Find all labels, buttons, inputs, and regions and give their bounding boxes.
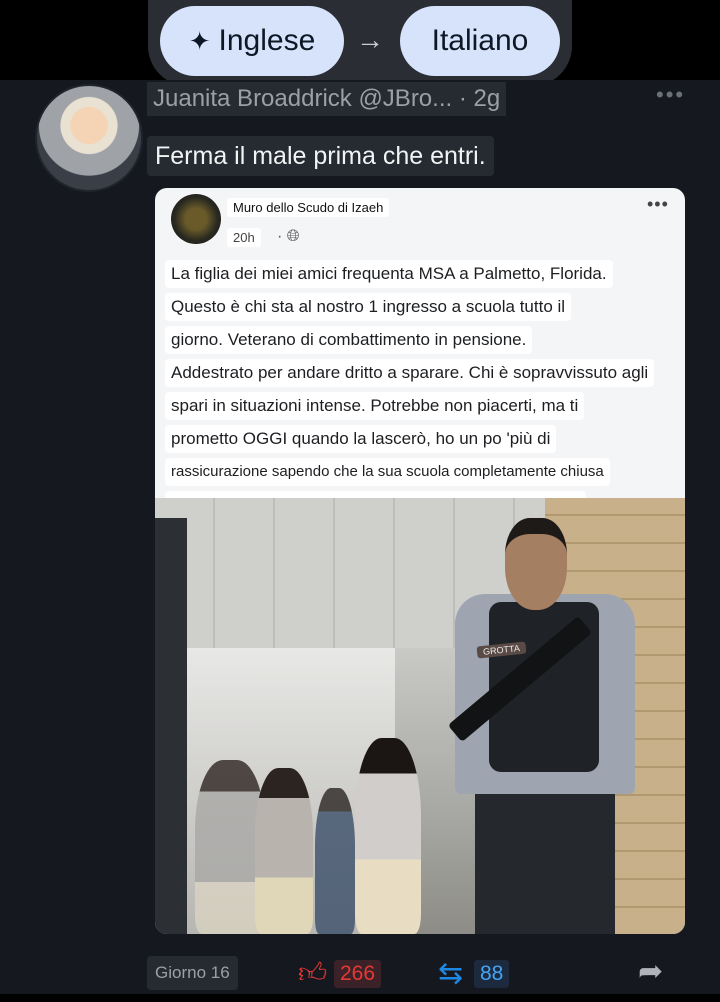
repost-icon[interactable]: ⇆ <box>438 956 463 991</box>
target-language-button[interactable]: Italiano <box>400 6 560 76</box>
embed-photo[interactable]: GROTTA <box>155 498 685 934</box>
date-badge: Giorno 16 <box>147 956 238 990</box>
source-language-label: Inglese <box>218 24 316 57</box>
embed-text-line: Questo è chi sta al nostro 1 ingresso a … <box>165 293 572 321</box>
like-icon[interactable]: 👍︎ <box>298 956 327 990</box>
officer-head <box>505 518 567 610</box>
embed-text-line: Addestrato per andare dritto a sparare. … <box>165 359 655 387</box>
embed-more-icon[interactable]: ••• <box>647 194 669 215</box>
more-options-icon[interactable]: ••• <box>656 82 685 108</box>
arrow-right-icon: → <box>356 24 384 55</box>
embedded-post[interactable]: Muro dello Scudo di Izaeh 20h · 🌐︎ ••• L… <box>155 188 685 934</box>
embed-text-line: rassicurazione sapendo che la sua scuola… <box>165 458 610 486</box>
share-icon[interactable]: ➦ <box>638 954 663 989</box>
repost-count: 88 <box>474 960 510 988</box>
photo-officer: GROTTA <box>447 518 635 934</box>
embed-text-line: giorno. Veterano di combattimento in pen… <box>165 326 533 354</box>
target-language-label: Italiano <box>431 24 529 57</box>
source-language-button[interactable]: ✦ Inglese <box>160 6 344 76</box>
photo-student <box>255 768 313 934</box>
photo-door <box>155 518 187 934</box>
sparkle-icon: ✦ <box>188 25 211 56</box>
officer-trousers <box>475 794 615 934</box>
embed-text-line: prometto OGGI quando la lascerò, ho un p… <box>165 425 557 453</box>
embed-text: La figlia dei miei amici frequenta MSA a… <box>165 260 675 524</box>
like-count: 266 <box>334 960 382 988</box>
avatar[interactable] <box>35 84 143 192</box>
embed-text-line: spari in situazioni intense. Potrebbe no… <box>165 392 585 420</box>
post-author[interactable]: Juanita Broaddrick @JBro... · 2g <box>147 82 507 116</box>
photo-student <box>315 788 355 934</box>
embed-text-line: La figlia dei miei amici frequenta MSA a… <box>165 260 613 288</box>
globe-icon: · 🌐︎ <box>277 228 300 245</box>
post-text: Ferma il male prima che entri. <box>147 136 494 176</box>
embed-avatar[interactable] <box>171 194 221 244</box>
embed-time: 20h <box>227 228 261 247</box>
embed-page-name[interactable]: Muro dello Scudo di Izaeh <box>227 198 390 217</box>
photo-student <box>355 738 421 934</box>
bottom-strip <box>0 994 720 1002</box>
